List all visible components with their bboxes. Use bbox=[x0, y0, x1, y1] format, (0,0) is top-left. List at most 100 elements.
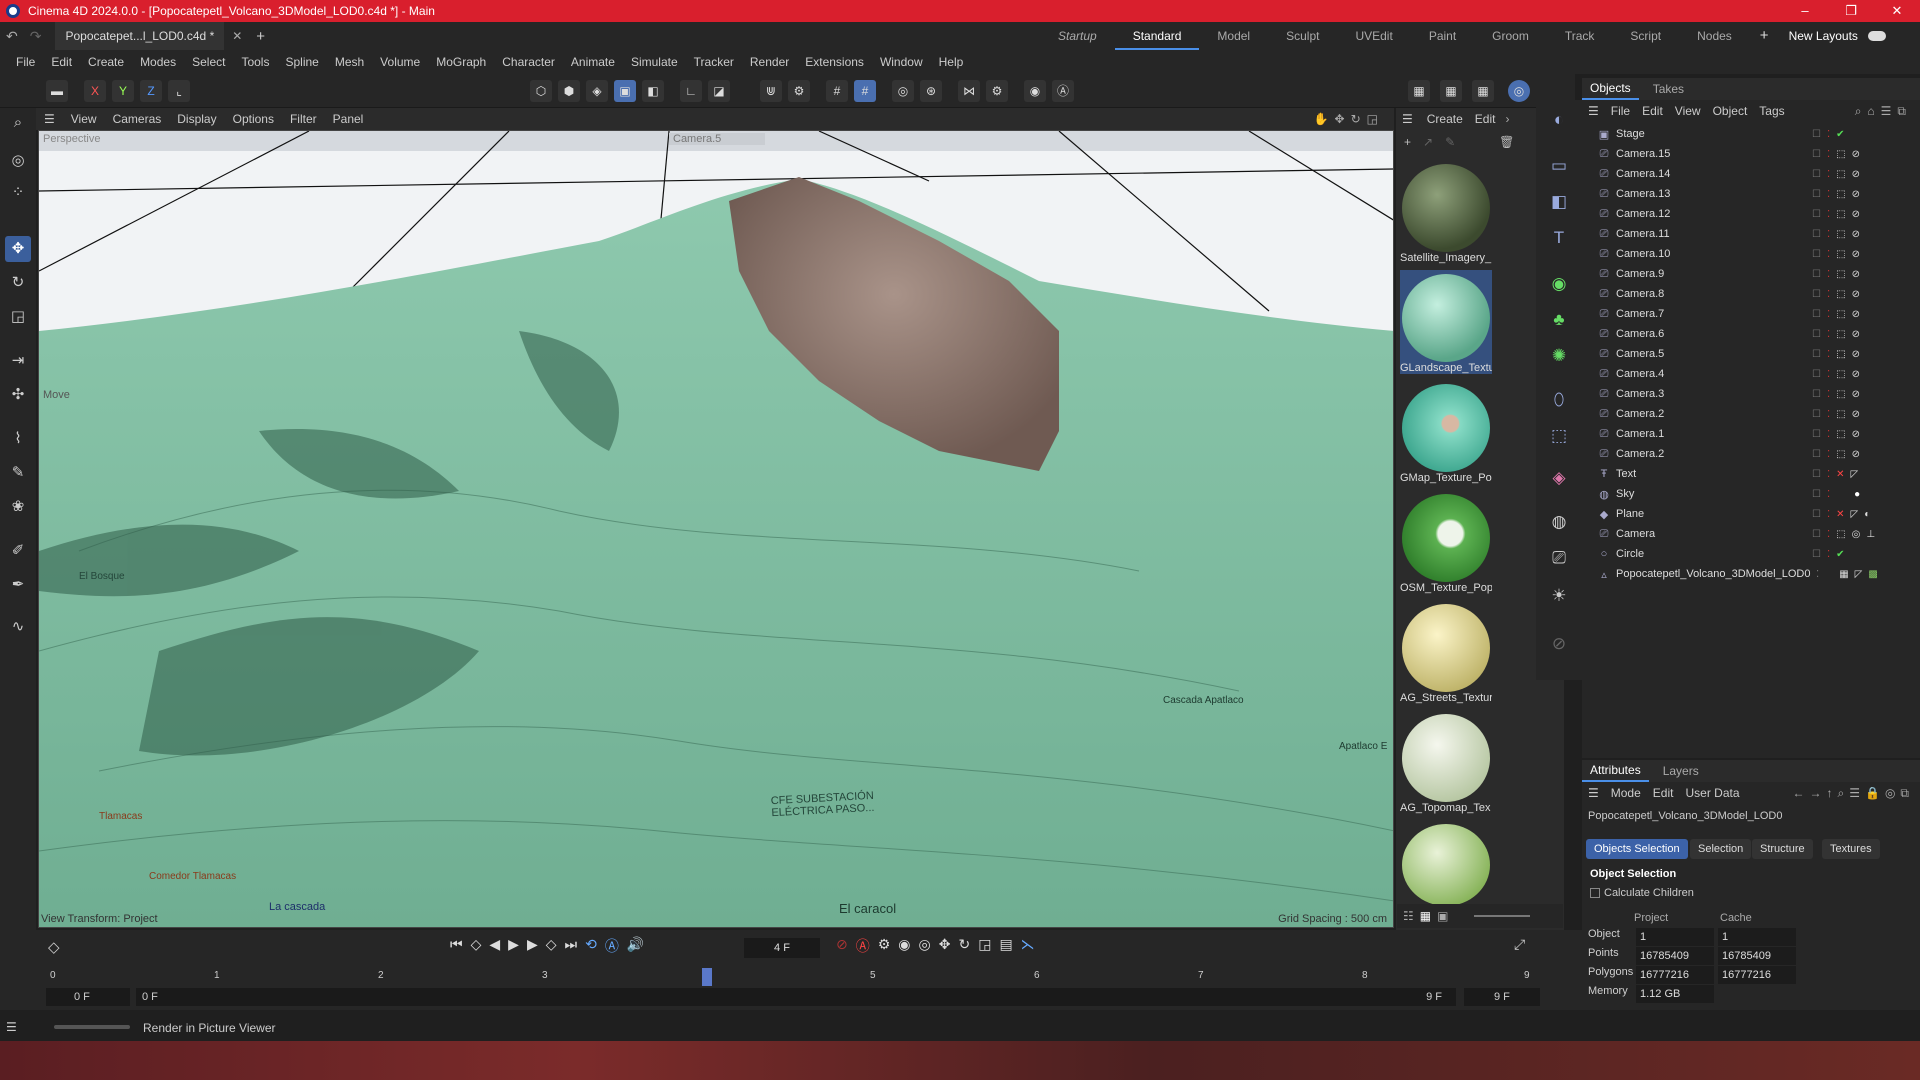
redshift-icon[interactable]: ◎ bbox=[1508, 80, 1530, 102]
object-row-camera[interactable]: ⎚ Camera.3 ☐ ⁚ ⬚ ⊘ bbox=[1582, 384, 1920, 404]
material-link-icon[interactable]: ↗ bbox=[1423, 135, 1433, 149]
new-tab-icon[interactable]: + bbox=[250, 28, 271, 45]
dynamics-icon[interactable]: ◈ bbox=[1545, 464, 1573, 492]
menu-spline[interactable]: Spline bbox=[277, 55, 326, 69]
menu-simulate[interactable]: Simulate bbox=[623, 55, 686, 69]
scale-tool-icon[interactable]: ◲ bbox=[5, 304, 31, 330]
object-row-camera[interactable]: ⎚ Camera.14 ☐ ⁚ ⬚ ⊘ bbox=[1582, 164, 1920, 184]
layout-tab-paint[interactable]: Paint bbox=[1411, 22, 1474, 50]
minimize-button[interactable]: – bbox=[1782, 0, 1828, 22]
render-view-icon[interactable]: ◉ bbox=[1024, 80, 1046, 102]
transfer-tool-icon[interactable]: ⇥ bbox=[5, 348, 31, 374]
viewport-menu-filter[interactable]: Filter bbox=[282, 112, 325, 126]
objects-menu-tags[interactable]: Tags bbox=[1753, 104, 1790, 118]
object-row-camera[interactable]: ⎚ Camera.7 ☐ ⁚ ⬚ ⊘ bbox=[1582, 304, 1920, 324]
menu-tracker[interactable]: Tracker bbox=[686, 55, 742, 69]
viewport-camera-label[interactable]: Camera.5 bbox=[669, 133, 765, 145]
attributes-nav-icons[interactable]: ←→↑⌕☰🔒◎⧉ bbox=[1793, 786, 1914, 801]
brush-tool-icon[interactable]: ✐ bbox=[5, 538, 31, 564]
chip-textures[interactable]: Textures bbox=[1822, 839, 1880, 859]
status-menu-icon[interactable]: ☰ bbox=[6, 1020, 17, 1034]
record-settings-icon[interactable]: ⚙ bbox=[878, 936, 891, 956]
next-key-icon[interactable]: ◇ bbox=[546, 936, 557, 956]
object-row-camera[interactable]: ⎚ Camera.2 ☐ ⁚ ⬚ ⊘ bbox=[1582, 404, 1920, 424]
layout-tab-startup[interactable]: Startup bbox=[1040, 22, 1115, 50]
play-icon[interactable]: ▶ bbox=[508, 936, 519, 956]
new-layouts-label[interactable]: New Layouts bbox=[1779, 22, 1868, 50]
snap-settings-icon[interactable]: ⚙ bbox=[788, 80, 810, 102]
mirror-icon[interactable]: ⋈ bbox=[958, 80, 980, 102]
go-to-end-icon[interactable]: ⏭ bbox=[565, 936, 578, 956]
redo-icon[interactable]: ↷ bbox=[24, 28, 48, 45]
deformer-icon[interactable]: ⬯ bbox=[1545, 386, 1573, 414]
grid-view-icon[interactable]: ▦ bbox=[1420, 909, 1431, 923]
viewport-solo-icon[interactable]: ◪ bbox=[708, 80, 730, 102]
tab-takes[interactable]: Takes bbox=[1639, 82, 1698, 96]
menu-render[interactable]: Render bbox=[742, 55, 797, 69]
menu-select[interactable]: Select bbox=[184, 55, 233, 69]
texture-mode-icon[interactable]: ◧ bbox=[642, 80, 664, 102]
scale-key-icon[interactable]: ◲ bbox=[978, 936, 991, 956]
viewport-hamburger-icon[interactable]: ☰ bbox=[36, 112, 63, 126]
menu-help[interactable]: Help bbox=[931, 55, 972, 69]
menu-file[interactable]: File bbox=[8, 55, 43, 69]
coordinate-system-icon[interactable]: ⌞ bbox=[168, 80, 190, 102]
frame-range-bar[interactable]: 0 F 9 F bbox=[136, 988, 1456, 1006]
workplane-snap-icon[interactable]: # bbox=[854, 80, 876, 102]
sculpt-tool-icon[interactable]: ❀ bbox=[5, 494, 31, 520]
object-row-camera[interactable]: ⎚ Camera.5 ☐ ⁚ ⬚ ⊘ bbox=[1582, 344, 1920, 364]
snap-tool-icon[interactable]: ✣ bbox=[5, 382, 31, 408]
keyframe-mode-icon[interactable]: ◉ bbox=[898, 936, 910, 956]
material-item[interactable]: GMap_Texture_Po bbox=[1400, 380, 1492, 484]
material-item[interactable]: AG_Streets_Textur bbox=[1400, 600, 1492, 704]
viewport-menu-cameras[interactable]: Cameras bbox=[105, 112, 170, 126]
render-to-picture-viewer-icon[interactable]: ▦ bbox=[1440, 80, 1462, 102]
attributes-hamburger-icon[interactable]: ☰ bbox=[1582, 786, 1605, 800]
object-row-camera[interactable]: ⎚ Camera.9 ☐ ⁚ ⬚ ⊘ bbox=[1582, 264, 1920, 284]
new-layouts-toggle[interactable] bbox=[1867, 31, 1886, 41]
object-row-camera[interactable]: ⎚ Camera.6 ☐ ⁚ ⬚ ⊘ bbox=[1582, 324, 1920, 344]
prev-key-icon[interactable]: ◇ bbox=[471, 936, 482, 956]
material-menu-edit[interactable]: Edit bbox=[1471, 112, 1500, 126]
thumbnail-size-slider[interactable] bbox=[1474, 915, 1531, 917]
y-axis-lock-button[interactable]: Y bbox=[112, 80, 134, 102]
delete-material-icon[interactable]: 🗑 bbox=[1499, 135, 1514, 149]
menu-character[interactable]: Character bbox=[494, 55, 563, 69]
auto-record-icon[interactable]: Ⓐ bbox=[856, 936, 870, 956]
menu-animate[interactable]: Animate bbox=[563, 55, 623, 69]
material-menu-create[interactable]: Create bbox=[1419, 112, 1471, 126]
camera-tool-icon[interactable]: ◐ bbox=[1545, 106, 1573, 134]
object-row-stage[interactable]: ▣ Stage ☐ ⁚ ✔ bbox=[1582, 124, 1920, 144]
pla-key-icon[interactable]: ⋋ bbox=[1021, 936, 1035, 956]
object-row-plane[interactable]: ◆ Plane ☐ ⁚ ✕ ◸ ◐ bbox=[1582, 504, 1920, 524]
objects-menu-object[interactable]: Object bbox=[1707, 104, 1754, 118]
object-row-volcano-model[interactable]: ▵ Popocatepetl_Volcano_3DModel_LOD0 ⁚ ▦ ◸ ▩ bbox=[1582, 564, 1920, 584]
object-row-circle[interactable]: ○ Circle ☐ ⁚ ✔ bbox=[1582, 544, 1920, 564]
objects-search-icon[interactable]: ⌕⌂☰⧉ bbox=[1855, 104, 1912, 119]
film-strip-icon[interactable]: ▬ bbox=[46, 80, 68, 102]
list-view-icon[interactable]: ☷ bbox=[1403, 909, 1414, 923]
undo-icon[interactable]: ↶ bbox=[0, 28, 24, 45]
object-row-camera[interactable]: ⎚ Camera.11 ☐ ⁚ ⬚ ⊘ bbox=[1582, 224, 1920, 244]
subdivision-icon[interactable]: ◉ bbox=[1545, 270, 1573, 298]
3d-viewport[interactable]: Perspective Camera.5 Move CFE SUBESTACIÓ… bbox=[38, 130, 1394, 928]
chip-structure[interactable]: Structure bbox=[1752, 839, 1813, 859]
menu-window[interactable]: Window bbox=[872, 55, 931, 69]
tab-objects[interactable]: Objects bbox=[1582, 78, 1639, 100]
material-item[interactable]: OSM_Texture_Pop bbox=[1400, 490, 1492, 594]
layout-tab-track[interactable]: Track bbox=[1547, 22, 1613, 50]
move-tool-icon[interactable]: ✥ bbox=[5, 236, 31, 262]
soft-selection-icon[interactable]: ◎ bbox=[892, 80, 914, 102]
material-hamburger-icon[interactable]: ☰ bbox=[1396, 112, 1419, 126]
live-selection-icon[interactable]: ◎ bbox=[5, 148, 31, 174]
axis-mode-icon[interactable]: ∟ bbox=[680, 80, 702, 102]
sound-icon[interactable]: 🔊 bbox=[627, 936, 644, 956]
z-axis-lock-button[interactable]: Z bbox=[140, 80, 162, 102]
object-row-camera[interactable]: ⎚ Camera ☐ ⁚ ⬚ ◎ ⊥ bbox=[1582, 524, 1920, 544]
prev-frame-icon[interactable]: ◀ bbox=[489, 936, 500, 956]
attributes-menu-user-data[interactable]: User Data bbox=[1679, 786, 1745, 800]
object-row-camera[interactable]: ⎚ Camera.12 ☐ ⁚ ⬚ ⊘ bbox=[1582, 204, 1920, 224]
layout-tab-nodes[interactable]: Nodes bbox=[1679, 22, 1750, 50]
attributes-menu-edit[interactable]: Edit bbox=[1647, 786, 1680, 800]
objects-menu-file[interactable]: File bbox=[1605, 104, 1636, 118]
